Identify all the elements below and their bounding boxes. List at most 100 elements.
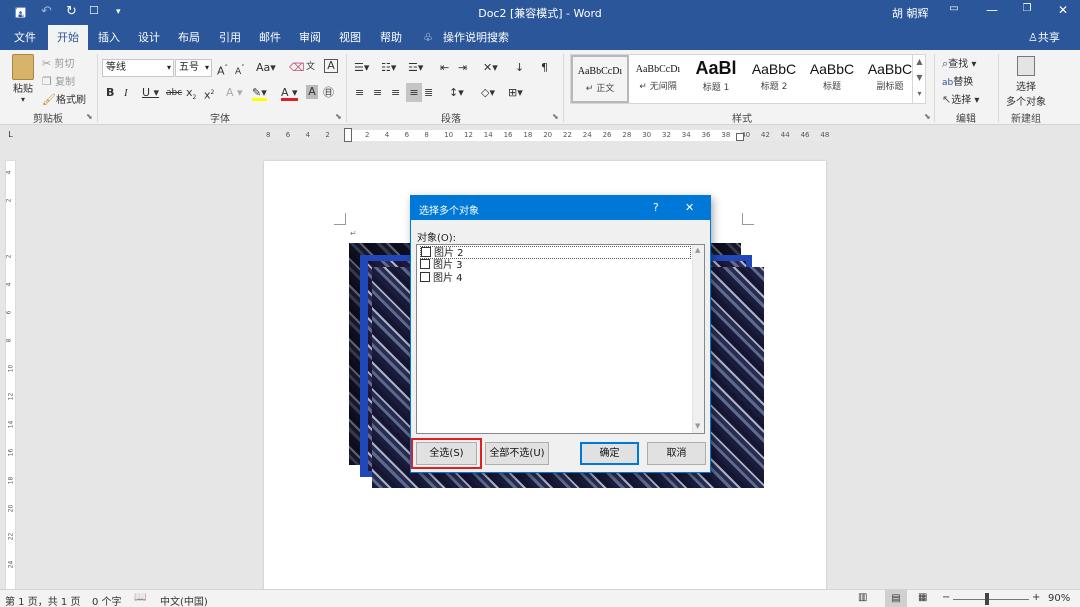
- restore-button[interactable]: ❐: [1017, 3, 1037, 21]
- page-count[interactable]: 第 1 页，共 1 页: [5, 593, 80, 607]
- character-shading-icon[interactable]: A: [306, 85, 318, 99]
- superscript-icon[interactable]: x2: [204, 85, 214, 102]
- strikethrough-icon[interactable]: abc: [166, 85, 182, 101]
- distributed-icon[interactable]: ≣: [424, 85, 433, 101]
- select-all-button[interactable]: 全选(S): [416, 442, 477, 465]
- character-border-icon[interactable]: A: [324, 59, 338, 73]
- tab-help[interactable]: 帮助: [378, 25, 404, 50]
- tab-review[interactable]: 审阅: [297, 25, 323, 50]
- tell-me-search[interactable]: 操作说明搜索: [441, 25, 511, 50]
- zoom-level[interactable]: 90%: [1048, 593, 1070, 604]
- decrease-indent-icon[interactable]: ⇤: [440, 60, 449, 76]
- gallery-scroll[interactable]: ▲ ▼ ▾: [912, 54, 926, 104]
- numbering-icon[interactable]: ☷▾: [381, 60, 396, 76]
- grow-font-icon[interactable]: A˄: [217, 60, 228, 78]
- style-heading-1[interactable]: AaBl 标题 1: [687, 55, 745, 103]
- scroll-down-icon[interactable]: ▼: [695, 422, 700, 430]
- phonetic-guide-icon[interactable]: 文: [306, 59, 315, 75]
- scroll-up-icon[interactable]: ▲: [695, 246, 700, 254]
- tab-selector[interactable]: L: [5, 130, 16, 141]
- font-color-icon[interactable]: A ▾: [281, 85, 298, 101]
- web-layout-icon[interactable]: ▦: [918, 592, 927, 603]
- close-button[interactable]: ✕: [1053, 3, 1073, 21]
- align-right-icon[interactable]: ≡: [391, 85, 400, 101]
- dialog-launcher-icon[interactable]: ⬊: [86, 112, 93, 121]
- subscript-icon[interactable]: x2: [186, 85, 196, 101]
- indent-marker[interactable]: [344, 128, 352, 142]
- zoom-slider-thumb[interactable]: [985, 593, 989, 605]
- style-normal[interactable]: AaBbCcDı ↵ 正文: [571, 55, 629, 103]
- highlight-color-icon[interactable]: ✎▾: [252, 85, 267, 101]
- shrink-font-icon[interactable]: A˅: [235, 60, 245, 77]
- list-item[interactable]: 图片 3: [420, 259, 463, 272]
- copy-button[interactable]: ❐ 复制: [42, 73, 75, 88]
- tab-insert[interactable]: 插入: [96, 25, 122, 50]
- objects-listbox[interactable]: 图片 2 图片 3 图片 4 ▲ ▼: [416, 244, 705, 434]
- bold-icon[interactable]: B: [106, 85, 114, 101]
- user-name[interactable]: 胡 朝辉: [892, 5, 929, 21]
- change-case-button[interactable]: Aa▾: [256, 60, 276, 76]
- increase-indent-icon[interactable]: ⇥: [458, 60, 467, 76]
- dialog-close-button[interactable]: ✕: [685, 201, 694, 214]
- shading-icon[interactable]: ◇▾: [481, 85, 495, 101]
- checkbox[interactable]: [421, 247, 431, 257]
- ok-button[interactable]: 确定: [580, 442, 639, 465]
- tab-view[interactable]: 视图: [337, 25, 363, 50]
- minimize-button[interactable]: —: [982, 3, 1002, 21]
- line-spacing-icon[interactable]: ↕▾: [449, 85, 464, 101]
- align-center-icon[interactable]: ≡: [373, 85, 382, 101]
- style-subtitle[interactable]: AaBbC 副标题: [861, 55, 919, 103]
- proofing-icon[interactable]: 📖: [134, 592, 146, 603]
- text-effects-icon[interactable]: A ▾: [226, 85, 243, 101]
- zoom-slider[interactable]: [953, 599, 1029, 600]
- ribbon-display-options-icon[interactable]: ▭: [944, 3, 964, 21]
- font-name-combo[interactable]: 等线 ▾: [102, 59, 174, 77]
- read-mode-icon[interactable]: ▥: [858, 592, 867, 603]
- list-item[interactable]: 图片 4: [420, 272, 463, 285]
- scrollbar[interactable]: ▲ ▼: [692, 245, 704, 433]
- dialog-launcher-icon[interactable]: ⬊: [335, 112, 342, 121]
- justify-icon[interactable]: ≡: [406, 83, 422, 102]
- dialog-launcher-icon[interactable]: ⬊: [552, 112, 559, 121]
- borders-icon[interactable]: ⊞▾: [508, 85, 523, 101]
- tab-file[interactable]: 文件: [12, 25, 38, 50]
- clear-formatting-icon[interactable]: ⌫: [289, 60, 305, 76]
- print-layout-icon[interactable]: ▤: [885, 590, 907, 607]
- unselect-all-button[interactable]: 全部不选(U): [485, 442, 549, 465]
- enclose-characters-icon[interactable]: ㊐: [323, 85, 334, 101]
- select-button[interactable]: ↖选择 ▾: [942, 91, 979, 106]
- multilevel-list-icon[interactable]: ☲▾: [408, 60, 423, 76]
- underline-icon[interactable]: U ▾: [142, 85, 159, 101]
- cancel-button[interactable]: 取消: [647, 442, 706, 465]
- word-count[interactable]: 0 个字: [92, 593, 122, 607]
- tab-mailings[interactable]: 邮件: [257, 25, 283, 50]
- find-button[interactable]: ⌕查找 ▾: [942, 55, 976, 71]
- paste-button[interactable]: 粘贴 ▾: [8, 54, 38, 104]
- replace-button[interactable]: ab替换: [942, 73, 973, 88]
- checkbox[interactable]: [420, 272, 430, 282]
- style-title[interactable]: AaBbC 标题: [803, 55, 861, 103]
- tab-references[interactable]: 引用: [217, 25, 243, 50]
- dialog-title-bar[interactable]: 选择多个对象 ? ✕: [411, 196, 710, 220]
- help-button[interactable]: ?: [653, 201, 659, 214]
- show-marks-icon[interactable]: ¶: [541, 60, 548, 76]
- language[interactable]: 中文(中国): [160, 593, 208, 607]
- vertical-ruler[interactable]: 4 2 2 4 6 8 10 12 14 16 18 20 22 24: [5, 160, 16, 592]
- list-item[interactable]: 图片 2: [420, 246, 691, 259]
- tab-home[interactable]: 开始: [48, 25, 88, 50]
- tab-design[interactable]: 设计: [136, 25, 162, 50]
- style-heading-2[interactable]: AaBbC 标题 2: [745, 55, 803, 103]
- italic-icon[interactable]: I: [124, 85, 128, 101]
- bullets-icon[interactable]: ☰▾: [354, 60, 369, 76]
- font-size-combo[interactable]: 五号 ▾: [175, 59, 212, 77]
- format-painter-button[interactable]: 🖌格式刷: [42, 91, 86, 106]
- chinese-layout-icon[interactable]: ✕▾: [483, 60, 498, 76]
- tab-layout[interactable]: 布局: [176, 25, 202, 50]
- select-multiple-objects-button[interactable]: 选择 多个对象: [1002, 54, 1050, 108]
- zoom-out-icon[interactable]: −: [942, 592, 950, 603]
- align-left-icon[interactable]: ≡: [355, 85, 364, 101]
- horizontal-ruler[interactable]: 8 6 4 2 2 4 6 8 10 12 14 16 18 20 22 24 26 28 30 32 34 36 38 40…: [264, 128, 829, 142]
- share-button[interactable]: ♙共享: [1026, 25, 1062, 50]
- sort-icon[interactable]: ↓: [515, 60, 524, 76]
- dialog-launcher-icon[interactable]: ⬊: [924, 112, 931, 121]
